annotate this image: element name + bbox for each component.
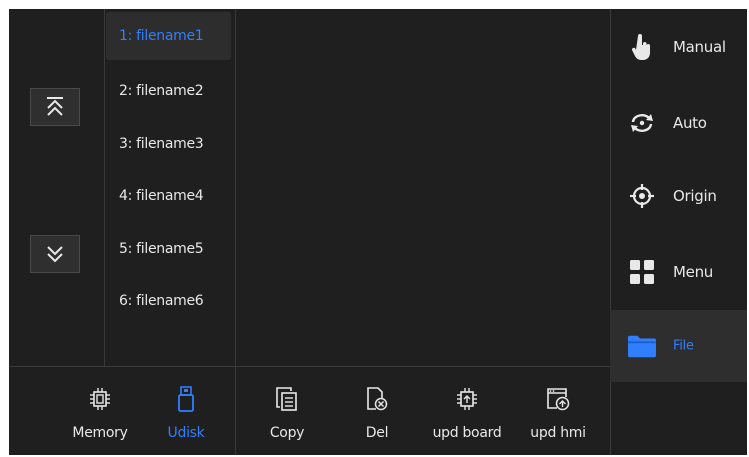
file-label: 4: filename4 (119, 188, 204, 204)
sidebar-item-manual[interactable]: Manual (610, 11, 747, 83)
sidebar-item-menu[interactable]: Menu (610, 236, 747, 308)
udisk-button[interactable]: Udisk (163, 375, 209, 455)
grid-icon (628, 258, 656, 286)
update-board-button[interactable]: upd board (427, 375, 507, 455)
update-hmi-button[interactable]: upd hmi (526, 375, 590, 455)
file-label: 3: filename3 (119, 136, 204, 152)
sidebar-item-auto[interactable]: Auto (610, 87, 747, 159)
auto-cycle-icon (628, 109, 656, 137)
memory-label: Memory (72, 425, 128, 441)
usb-drive-icon (174, 385, 198, 413)
delete-file-icon (365, 385, 389, 413)
update-board-label: upd board (432, 425, 502, 441)
divider (9, 366, 610, 367)
udisk-label: Udisk (167, 425, 205, 441)
copy-button[interactable]: Copy (263, 375, 311, 455)
scroll-up-button[interactable] (30, 88, 80, 126)
hand-pointer-icon (628, 33, 656, 61)
sidebar-item-label: Auto (673, 114, 707, 132)
divider (235, 9, 236, 455)
file-list-item[interactable]: 5: filename5 (106, 225, 231, 273)
file-label: 1: filename1 (119, 28, 204, 44)
delete-label: Del (365, 425, 389, 441)
chip-icon (88, 385, 112, 413)
copy-icon (275, 385, 299, 413)
sidebar-item-label: Menu (673, 263, 713, 281)
sidebar-item-origin[interactable]: Origin (610, 160, 747, 232)
copy-label: Copy (269, 425, 305, 441)
chip-upload-icon (455, 385, 479, 413)
double-chevron-up-icon (47, 97, 63, 116)
memory-button[interactable]: Memory (67, 375, 133, 455)
divider (104, 9, 105, 366)
file-list-item[interactable]: 2: filename2 (106, 67, 231, 115)
file-list-item[interactable]: 3: filename3 (106, 120, 231, 168)
file-list-item[interactable]: 6: filename6 (106, 277, 231, 325)
update-hmi-label: upd hmi (530, 425, 586, 441)
crosshair-icon (628, 182, 656, 210)
scroll-down-button[interactable] (30, 235, 80, 273)
sidebar-item-label: Manual (673, 38, 726, 56)
file-label: 2: filename2 (119, 83, 204, 99)
sidebar-item-label: File (673, 338, 694, 354)
file-label: 6: filename6 (119, 293, 204, 309)
hmi-screen: 1: filename1 2: filename2 3: filename3 4… (9, 9, 747, 455)
sidebar-item-label: Origin (673, 187, 717, 205)
file-list-item[interactable]: 4: filename4 (106, 172, 231, 220)
file-list-item[interactable]: 1: filename1 (106, 12, 231, 60)
delete-button[interactable]: Del (359, 375, 395, 455)
window-upload-icon (546, 385, 570, 413)
double-chevron-down-icon (47, 246, 63, 263)
file-label: 5: filename5 (119, 241, 204, 257)
sidebar-item-file[interactable]: File (610, 310, 747, 382)
folder-icon (628, 332, 656, 360)
